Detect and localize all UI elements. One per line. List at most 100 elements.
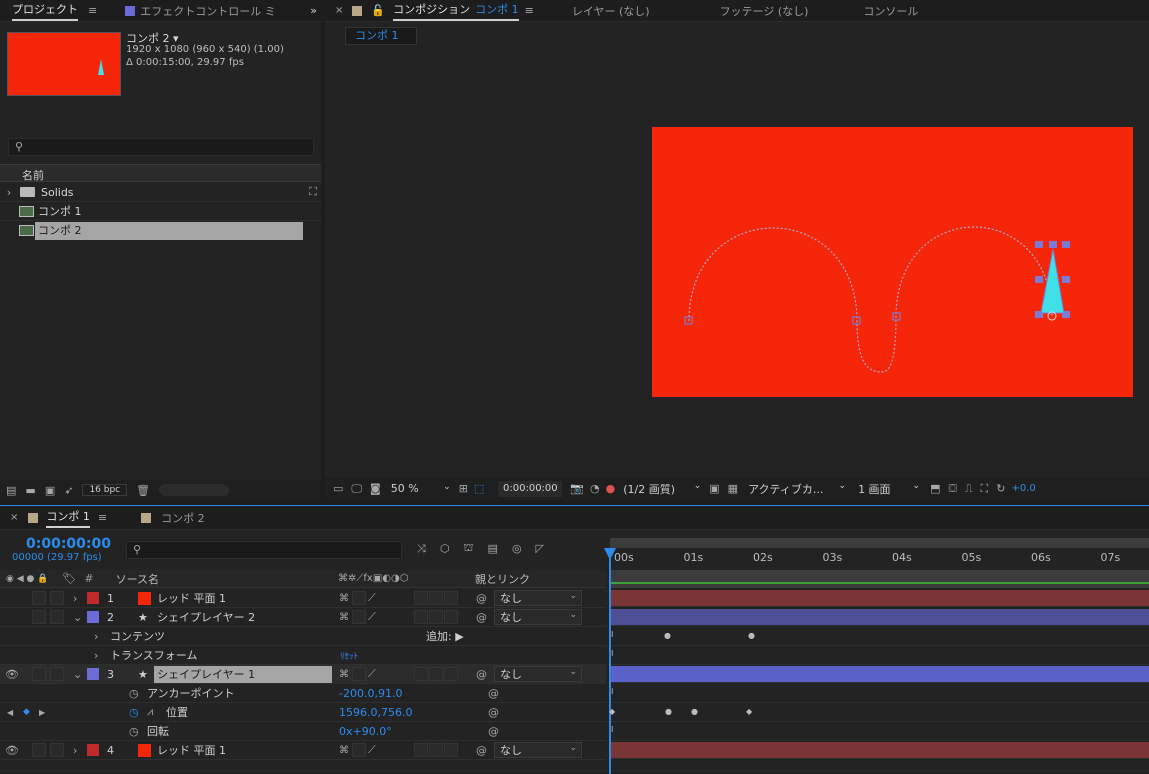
close-icon[interactable]: × [335, 5, 343, 16]
time-ruler[interactable]: 00s 01s 02s 03s 04s 05s 06s 07s [606, 536, 1149, 588]
layer-row[interactable]: › 1 レッド 平面 1 ⌘ ⟋ @ なし ⌄ [0, 589, 606, 608]
tab-console[interactable]: コンソール [863, 3, 918, 19]
tab-comp1[interactable]: コンポ 1 [46, 508, 90, 528]
property-value[interactable]: 1596.0,756.0 [339, 706, 412, 719]
reset-exposure-icon[interactable]: ↻ [996, 482, 1005, 495]
snapshot-icon[interactable]: ◔ [590, 482, 600, 495]
panel-menu-icon[interactable]: ≡ [88, 4, 97, 17]
chevron-right-icon[interactable]: › [94, 649, 98, 662]
property-group-row[interactable]: › トランスフォーム ﾘｾｯﾄ [0, 646, 606, 665]
collapse-switch[interactable] [352, 591, 366, 605]
current-time[interactable]: 0:00:00:00 [26, 536, 111, 552]
close-icon[interactable]: × [10, 512, 18, 523]
motion-blur-switch[interactable] [429, 591, 443, 605]
flowchart-tree-icon[interactable]: ⛶ [981, 482, 989, 496]
parent-select[interactable]: なし ⌄ [494, 666, 582, 682]
property-value[interactable]: 0x+90.0° [339, 725, 392, 738]
property-group-row[interactable]: › コンテンツ 追加: ▶ [0, 627, 606, 646]
shy-switch-icon[interactable]: ⌘ [339, 669, 349, 680]
tab-project[interactable]: プロジェクト [12, 1, 78, 21]
motion-blur-switch[interactable] [429, 743, 443, 757]
adjustment-switch[interactable] [414, 743, 428, 757]
lock-toggle[interactable] [50, 667, 64, 681]
keyframe-marker[interactable]: I [611, 725, 613, 734]
layer-row[interactable]: ⌄ 2 ★ シェイプレイヤー 2 ⌘ ⟋ @ なし ⌄ [0, 608, 606, 627]
expression-pickwhip-icon[interactable]: @ [488, 687, 499, 700]
monitor-icon[interactable]: 🖵 [351, 482, 362, 496]
add-button[interactable]: 追加: ▶ [426, 628, 464, 644]
collapse-switch[interactable] [352, 667, 366, 681]
interpret-footage-icon[interactable]: ▤ [6, 484, 16, 497]
always-preview-icon[interactable]: ▭ [333, 482, 343, 495]
graph-editor-icon[interactable]: ◸ [536, 541, 544, 556]
timeline-icon[interactable]: ⎍ [965, 482, 973, 496]
tab-effect-controls[interactable]: エフェクトコントロール ミ [125, 3, 276, 19]
lock-toggle[interactable] [50, 743, 64, 757]
resolution-select[interactable]: (1/2 画質) ⌄ [623, 481, 701, 497]
lock-toggle[interactable] [50, 591, 64, 605]
frame-blend-icon[interactable]: ▤ [488, 541, 498, 556]
viewer-canvas[interactable] [325, 48, 1149, 475]
stopwatch-icon[interactable]: ◷ [129, 687, 139, 700]
pickwhip-icon[interactable]: @ [476, 744, 487, 757]
panel-menu-icon[interactable]: ≡ [98, 511, 107, 524]
keyframe-marker[interactable]: ● [665, 707, 672, 716]
time-display[interactable]: 0:00:00:00 [498, 480, 563, 497]
graph-icon[interactable]: ⩘ [147, 705, 153, 719]
flowchart-icon[interactable]: ⛋ [948, 482, 956, 496]
views-select[interactable]: 1 画面 ⌄ [858, 481, 920, 497]
prev-keyframe-icon[interactable]: ◀ [7, 708, 13, 717]
shy-switch-icon[interactable]: ⌘ [339, 612, 349, 623]
parent-select[interactable]: なし ⌄ [494, 742, 582, 758]
column-header-source[interactable]: ソース名 [116, 571, 159, 587]
property-row[interactable]: ◷ 回転 0x+90.0° @ [0, 722, 606, 741]
solo-toggle[interactable] [32, 743, 46, 757]
trash-icon[interactable]: 🗑 [136, 484, 150, 497]
parent-select[interactable]: なし ⌄ [494, 609, 582, 625]
layer-name[interactable]: レッド 平面 1 [154, 742, 226, 759]
parent-select[interactable]: なし ⌄ [494, 590, 582, 606]
solo-toggle[interactable] [32, 591, 46, 605]
property-row[interactable]: ◀ ◆ ▶ ◷ ⩘ 位置 1596.0,756.0 @ [0, 703, 606, 722]
layer-row[interactable]: 👁 ⌄ 3 ★ シェイプレイヤー 1 ⌘ ⟋ @ なし ⌄ [0, 665, 606, 684]
tab-footage[interactable]: フッテージ (なし) [720, 3, 809, 19]
chevron-right-icon[interactable]: › [94, 630, 98, 643]
keyframe-marker[interactable]: ◆ [746, 707, 752, 716]
pickwhip-icon[interactable]: @ [476, 592, 487, 605]
keyframe-marker[interactable]: ● [691, 707, 698, 716]
bpc-button[interactable]: 16 bpc [82, 484, 128, 496]
roi-icon[interactable]: ⬚ [474, 482, 484, 495]
keyframe-marker[interactable]: ● [664, 631, 671, 640]
flowchart-icon[interactable]: ⛶ [309, 185, 317, 199]
zoom-select[interactable]: 50 % ⌄ [391, 482, 451, 495]
draft-3d-icon[interactable]: ⬡ [440, 541, 450, 556]
eye-icon[interactable]: 👁 [5, 744, 19, 757]
pickwhip-icon[interactable]: @ [476, 668, 487, 681]
motion-path[interactable] [652, 127, 1133, 397]
work-area-bar[interactable] [610, 538, 1149, 548]
adjustment-switch[interactable] [414, 610, 428, 624]
keyframe-diamond-icon[interactable]: ◆ [23, 707, 30, 717]
layer-duration-bar[interactable] [611, 742, 1149, 759]
keyframe-marker[interactable]: I [611, 649, 613, 658]
column-header-name[interactable]: 名前 [22, 167, 44, 183]
shy-switch-icon[interactable]: ⌘ [339, 745, 349, 756]
3d-switch[interactable] [444, 610, 458, 624]
keyframe-marker[interactable]: I [611, 630, 613, 639]
reset-link[interactable]: ﾘｾｯﾄ [340, 649, 358, 662]
comp-mini-flowchart-icon[interactable]: ⤨ [417, 541, 426, 556]
overflow-chevrons-icon[interactable]: » [310, 4, 317, 17]
eye-icon[interactable]: 👁 [5, 668, 19, 681]
search-input[interactable]: ⚲ [8, 138, 314, 156]
3d-switch[interactable] [444, 743, 458, 757]
keyframe-marker[interactable]: I [611, 687, 613, 696]
shy-switch-icon[interactable]: ⌘ [339, 593, 349, 604]
layer-row[interactable]: 👁 › 4 レッド 平面 1 ⌘ ⟋ @ なし ⌄ [0, 741, 606, 760]
keyframe-track[interactable]: I [611, 722, 1149, 741]
quality-slash-icon[interactable]: ⟋ [368, 743, 376, 757]
chevron-down-icon[interactable]: ⌄ [73, 668, 82, 681]
tab-layer[interactable]: レイヤー (なし) [572, 3, 650, 19]
layer-name[interactable]: シェイプレイヤー 1 [154, 665, 332, 683]
grid-icon[interactable]: ⊞ [459, 482, 468, 495]
list-item[interactable]: › Solids ⛶ [0, 183, 321, 202]
